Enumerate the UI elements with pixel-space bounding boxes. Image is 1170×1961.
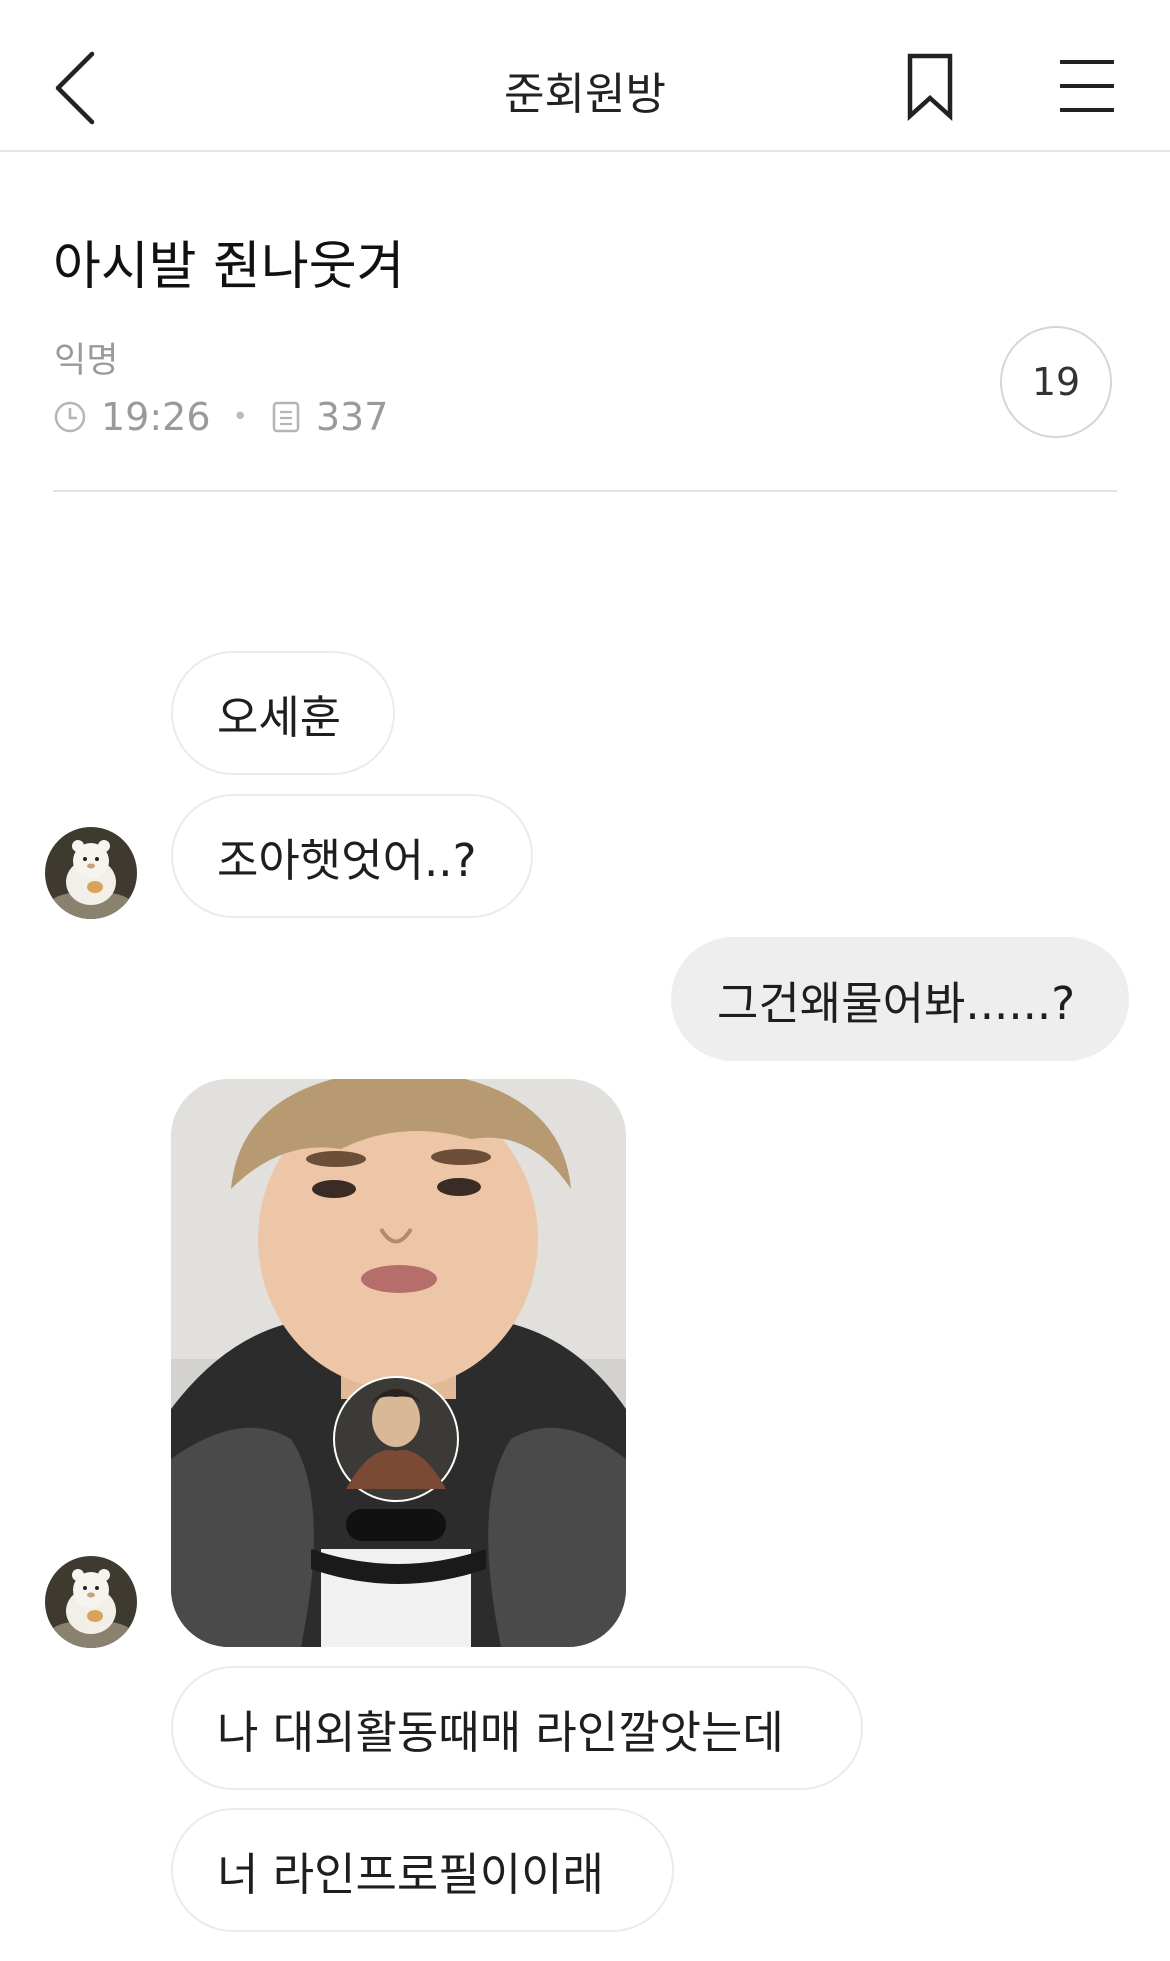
top-navigation-bar: 준회원방 — [0, 0, 1170, 152]
profile-photo-image — [171, 1079, 626, 1647]
header-divider — [53, 490, 1117, 492]
clock-icon — [54, 401, 86, 433]
menu-button[interactable] — [1050, 56, 1120, 116]
hamster-avatar-icon — [45, 1556, 137, 1648]
document-views-icon — [272, 401, 300, 433]
bookmark-icon — [907, 53, 953, 122]
chat-message-text: 오세훈 — [217, 690, 342, 744]
chat-message-text: 그건왜물어봐......? — [717, 976, 1076, 1030]
chat-bubble-left: 너 라인프로필이이래 — [171, 1808, 674, 1932]
chat-message-text: 나 대외활동때매 라인깔앗는데 — [217, 1705, 784, 1759]
chat-image-message[interactable] — [171, 1079, 626, 1647]
chat-bubble-right: 그건왜물어봐......? — [671, 937, 1129, 1061]
board-title: 준회원방 — [504, 69, 666, 120]
chat-bubble-left: 오세훈 — [171, 651, 395, 775]
chat-bubble-left: 조아햇엇어..? — [171, 794, 533, 918]
post-views: 337 — [315, 395, 389, 439]
post-title: 아시발 줜나웃겨 — [53, 237, 405, 297]
hamster-avatar-icon — [45, 827, 137, 919]
avatar-hamster-icon[interactable] — [45, 827, 137, 919]
post-time: 19:26 — [101, 395, 211, 439]
chat-message-text: 조아햇엇어..? — [217, 833, 477, 887]
post-author: 익명 — [54, 341, 119, 381]
chat-bubble-left: 나 대외활동때매 라인깔앗는데 — [171, 1666, 863, 1790]
hamburger-menu-icon — [1060, 60, 1114, 112]
chat-message-text: 너 라인프로필이이래 — [217, 1847, 604, 1901]
meta-separator-dot: • — [232, 402, 248, 432]
comment-count-button[interactable]: 19 — [1000, 326, 1112, 438]
avatar-hamster-icon[interactable] — [45, 1556, 137, 1648]
bookmark-button[interactable] — [900, 52, 960, 122]
post-meta: 19:26 • 337 — [53, 392, 388, 442]
